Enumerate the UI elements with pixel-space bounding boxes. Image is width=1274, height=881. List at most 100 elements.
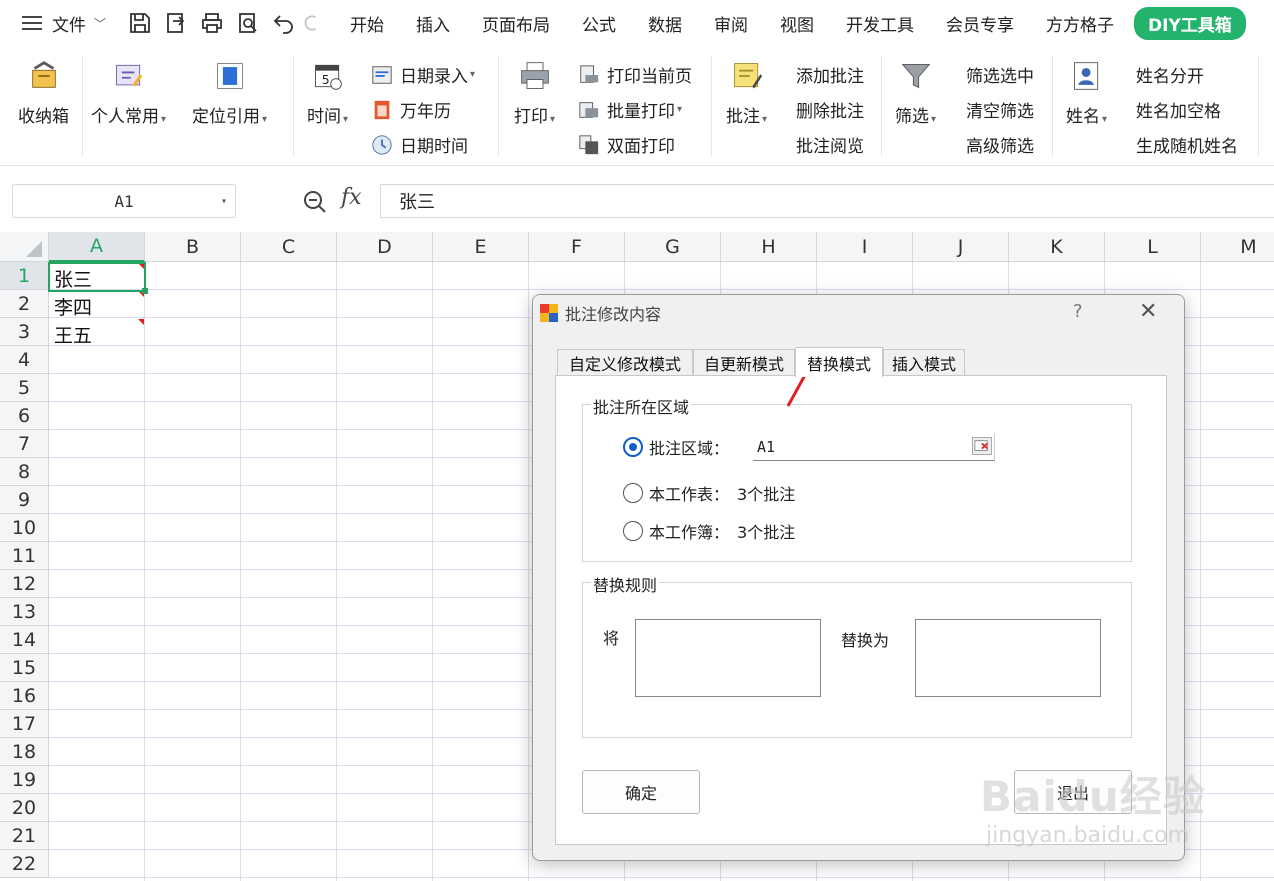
replace-text-input[interactable] <box>915 619 1101 697</box>
radio-selected-icon[interactable] <box>623 437 643 457</box>
time-button[interactable]: 5 时间 ▾ <box>307 58 348 127</box>
personal-common-button[interactable]: 个人常用 ▾ <box>91 58 166 127</box>
filter-button[interactable]: 筛选 ▾ <box>895 58 936 127</box>
formula-input[interactable]: 张三 <box>380 184 1274 218</box>
column-header-e[interactable]: E <box>433 232 529 262</box>
storage-button[interactable]: 收纳箱 <box>18 58 69 127</box>
column-header-h[interactable]: H <box>721 232 817 262</box>
column-header-l[interactable]: L <box>1105 232 1201 262</box>
batch-print-button[interactable]: 批量打印 ▾ <box>577 97 682 122</box>
exit-button[interactable]: 退出 <box>1014 770 1132 814</box>
row-header-15[interactable]: 15 <box>0 654 49 682</box>
find-text-input[interactable] <box>635 619 821 697</box>
radio-unselected-icon[interactable] <box>623 483 643 503</box>
print-button[interactable]: 打印 ▾ <box>514 58 555 127</box>
range-picker-icon[interactable] <box>972 437 992 455</box>
column-header-i[interactable]: I <box>817 232 913 262</box>
column-header-j[interactable]: J <box>913 232 1009 262</box>
column-header-d[interactable]: D <box>337 232 433 262</box>
tab-data[interactable]: 数据 <box>632 11 698 36</box>
row-header-16[interactable]: 16 <box>0 682 49 710</box>
locate-reference-button[interactable]: 定位引用 ▾ <box>192 58 267 127</box>
select-all-corner[interactable] <box>0 232 49 262</box>
column-header-k[interactable]: K <box>1009 232 1105 262</box>
row-header-21[interactable]: 21 <box>0 822 49 850</box>
tab-diy-toolbox[interactable]: DIY工具箱 <box>1134 6 1246 40</box>
delete-comment-button[interactable]: 删除批注 <box>796 97 864 122</box>
print-preview-icon[interactable] <box>230 8 266 38</box>
column-header-b[interactable]: B <box>145 232 241 262</box>
comment-indicator[interactable] <box>138 319 144 325</box>
radio-this-sheet[interactable]: 本工作表： 3个批注 <box>623 481 795 505</box>
row-header-22[interactable]: 22 <box>0 850 49 878</box>
calendar-button[interactable]: 万年历 <box>370 97 451 122</box>
save-icon[interactable] <box>122 8 158 38</box>
tab-insert-mode[interactable]: 插入模式 <box>883 349 965 375</box>
column-header-g[interactable]: G <box>625 232 721 262</box>
row-header-14[interactable]: 14 <box>0 626 49 654</box>
duplex-print-button[interactable]: 双面打印 <box>577 132 675 157</box>
row-header-4[interactable]: 4 <box>0 346 49 374</box>
date-entry-button[interactable]: 日期录入 ▾ <box>370 62 475 87</box>
tab-formula[interactable]: 公式 <box>566 11 632 36</box>
row-header-2[interactable]: 2 <box>0 290 49 318</box>
column-header-a[interactable]: A <box>49 232 145 262</box>
row-header-6[interactable]: 6 <box>0 402 49 430</box>
tab-replace-mode[interactable]: 替换模式 <box>795 347 883 377</box>
row-header-9[interactable]: 9 <box>0 486 49 514</box>
random-name-button[interactable]: 生成随机姓名 <box>1136 132 1238 157</box>
radio-comment-range[interactable]: 批注区域： <box>623 435 729 459</box>
export-icon[interactable] <box>158 8 194 38</box>
tab-insert[interactable]: 插入 <box>400 11 466 36</box>
chevron-down-icon[interactable]: ▾ <box>221 196 227 207</box>
zoom-icon[interactable] <box>302 189 328 215</box>
redo-icon[interactable] <box>302 8 322 38</box>
row-header-12[interactable]: 12 <box>0 570 49 598</box>
row-header-20[interactable]: 20 <box>0 794 49 822</box>
column-header-m[interactable]: M <box>1201 232 1274 262</box>
cell-a2[interactable]: 李四 <box>54 293 92 320</box>
tab-developer[interactable]: 开发工具 <box>830 11 930 36</box>
help-button[interactable]: ? <box>1073 301 1083 322</box>
print-icon[interactable] <box>194 8 230 38</box>
tab-review[interactable]: 审阅 <box>698 11 764 36</box>
ok-button[interactable]: 确定 <box>582 770 700 814</box>
name-button[interactable]: 姓名 ▾ <box>1066 58 1107 127</box>
row-header-10[interactable]: 10 <box>0 514 49 542</box>
tab-view[interactable]: 视图 <box>764 11 830 36</box>
range-input[interactable]: A1 <box>753 433 995 461</box>
file-menu[interactable]: 文件 <box>52 11 86 36</box>
row-header-7[interactable]: 7 <box>0 430 49 458</box>
fx-icon[interactable]: fx <box>341 185 362 210</box>
name-box[interactable]: A1 ▾ <box>12 184 236 218</box>
split-name-button[interactable]: 姓名分开 <box>1136 62 1204 87</box>
comment-button[interactable]: 批注 ▾ <box>726 58 767 127</box>
tab-fangfang[interactable]: 方方格子 <box>1030 11 1130 36</box>
row-header-8[interactable]: 8 <box>0 458 49 486</box>
row-header-19[interactable]: 19 <box>0 766 49 794</box>
tab-custom-mode[interactable]: 自定义修改模式 <box>557 349 693 375</box>
hamburger-menu-icon[interactable] <box>22 16 42 30</box>
cell-a3[interactable]: 王五 <box>54 321 92 348</box>
dialog-titlebar[interactable]: 批注修改内容 <box>533 295 1184 331</box>
radio-this-workbook[interactable]: 本工作簿： 3个批注 <box>623 519 795 543</box>
row-header-1[interactable]: 1 <box>0 262 49 290</box>
date-time-button[interactable]: 日期时间 <box>370 132 468 157</box>
chevron-down-icon[interactable]: ﹀ <box>94 15 106 32</box>
row-header-5[interactable]: 5 <box>0 374 49 402</box>
column-header-f[interactable]: F <box>529 232 625 262</box>
row-header-18[interactable]: 18 <box>0 738 49 766</box>
tab-page-layout[interactable]: 页面布局 <box>466 11 566 36</box>
clear-filter-button[interactable]: 清空筛选 <box>966 97 1034 122</box>
close-icon[interactable]: ✕ <box>1139 299 1157 324</box>
advanced-filter-button[interactable]: 高级筛选 <box>966 132 1034 157</box>
view-comment-button[interactable]: 批注阅览 <box>796 132 864 157</box>
row-header-11[interactable]: 11 <box>0 542 49 570</box>
undo-icon[interactable] <box>266 8 302 38</box>
radio-unselected-icon[interactable] <box>623 521 643 541</box>
column-header-c[interactable]: C <box>241 232 337 262</box>
row-header-17[interactable]: 17 <box>0 710 49 738</box>
print-current-page-button[interactable]: 打印当前页 <box>577 62 692 87</box>
filter-selected-button[interactable]: 筛选选中 <box>966 62 1034 87</box>
name-add-space-button[interactable]: 姓名加空格 <box>1136 97 1221 122</box>
